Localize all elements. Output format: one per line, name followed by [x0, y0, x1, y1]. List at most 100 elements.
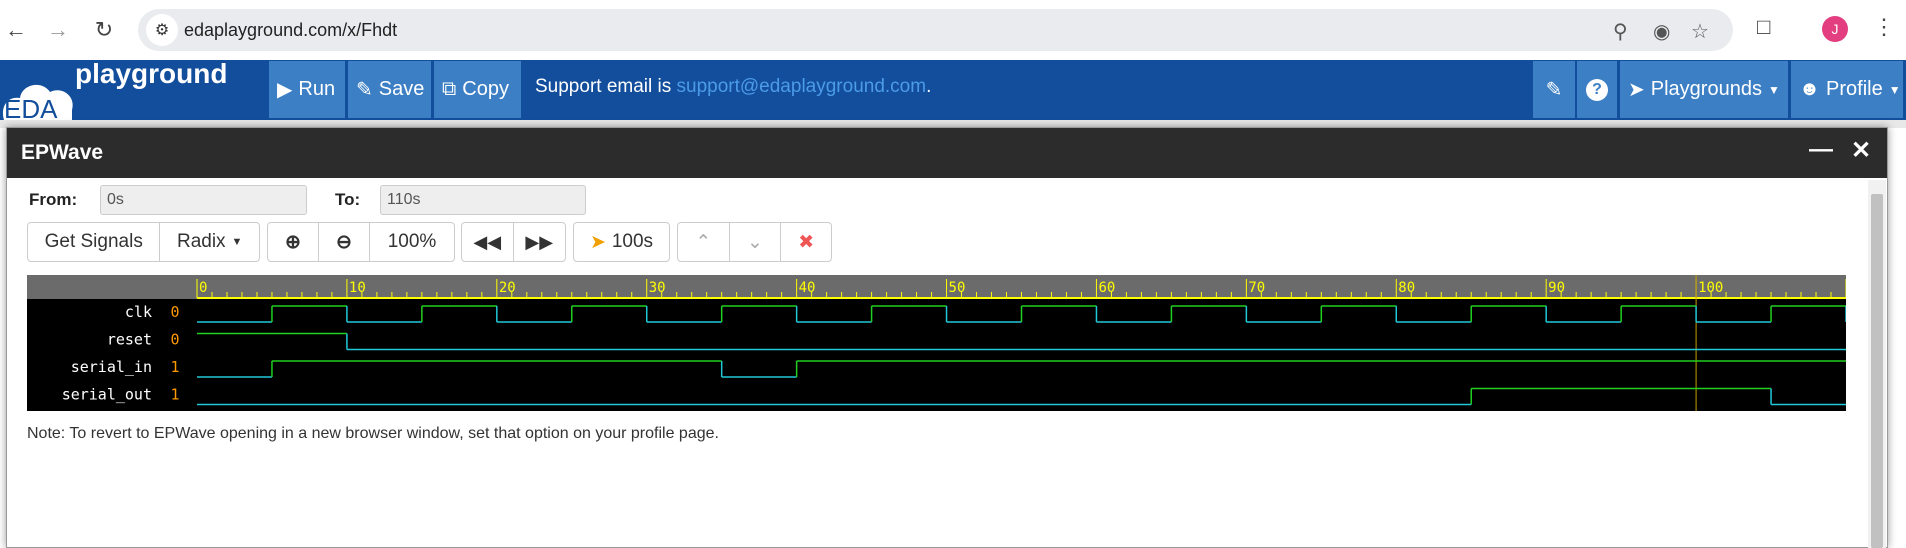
support-email-link[interactable]: support@edaplayground.com [677, 76, 927, 97]
scrollbar-thumb[interactable] [1871, 194, 1883, 548]
ruler-tick-label: 80 [1398, 280, 1415, 296]
move-up-button[interactable]: ⌃ [678, 223, 730, 261]
playgrounds-dropdown[interactable]: ➤ Playgrounds ▼ [1620, 61, 1788, 118]
user-icon: ☻ [1799, 78, 1821, 100]
x-icon: ✖ [798, 231, 815, 253]
zoom-out-button[interactable]: ⊖ [319, 223, 370, 261]
signal-name: serial_in [71, 358, 152, 376]
signal-edit-group: ⌃ ⌄ ✖ [677, 222, 832, 262]
fast-forward-icon: ▶▶ [525, 231, 554, 252]
caret-down-icon: ▼ [231, 236, 243, 248]
cursor-time-button[interactable]: ➤ 100s [574, 223, 669, 261]
from-label: From: [29, 190, 78, 209]
to-label: To: [335, 190, 361, 209]
minimize-icon[interactable]: — [1809, 136, 1833, 164]
back-arrow-icon[interactable]: ← [0, 14, 32, 46]
zoom-button-group: ⊕ ⊖ 100% [267, 222, 455, 262]
url-text: edaplayground.com/x/Fhdt [184, 20, 398, 40]
save-button[interactable]: ✎ Save [348, 61, 431, 118]
cursor-time-group: ➤ 100s [573, 222, 670, 262]
fast-forward-button[interactable]: ▶▶ [514, 223, 566, 261]
radix-dropdown[interactable]: Radix ▼ [160, 223, 259, 261]
support-suffix: . [926, 76, 932, 97]
radix-label: Radix [176, 231, 226, 252]
support-prefix: Support email is [535, 76, 677, 97]
forward-arrow-icon[interactable]: → [42, 14, 74, 46]
zoom-in-icon: ⊕ [285, 231, 301, 253]
pencil-icon: ✎ [356, 79, 373, 101]
profile-dropdown[interactable]: ☻ Profile ▼ [1791, 61, 1903, 118]
vertical-scrollbar[interactable] [1868, 180, 1886, 548]
waveform-viewer[interactable]: 0 10 20 30 40 50 60 70 80 90 100 clk 0 reset 0 serial_i… [27, 275, 1847, 411]
address-bar[interactable]: ⚙ edaplayground.com/x/Fhdt ⚲ ◉ ☆ [138, 9, 1733, 51]
copy-icon: ⧉ [442, 78, 457, 100]
save-label: Save [378, 78, 425, 100]
caret-down-icon: ▼ [1888, 82, 1901, 97]
caret-down-icon: ▼ [1767, 82, 1780, 97]
rocket-icon: ➤ [1628, 79, 1645, 101]
wave-area [27, 299, 1846, 411]
edit-button[interactable]: ✎ [1533, 61, 1575, 118]
get-signals-label: Get Signals [44, 231, 143, 252]
browser-toolbar: ← → ↻ ⚙ edaplayground.com/x/Fhdt ⚲ ◉ ☆ □… [0, 0, 1906, 60]
seek-button-group: ◀◀ ▶▶ [461, 222, 566, 262]
ruler-tick-label: 60 [1098, 280, 1115, 296]
play-circle-icon: ▶ [277, 79, 293, 101]
rewind-button[interactable]: ◀◀ [462, 223, 514, 261]
ruler-tick-label: 90 [1548, 280, 1565, 296]
ruler-tick-label: 40 [799, 280, 816, 296]
ruler-tick-label: 50 [949, 280, 966, 296]
zoom-icon[interactable]: ⚲ [1613, 19, 1628, 44]
ruler-tick-label: 100 [1698, 280, 1723, 296]
edit-square-icon: ✎ [1545, 79, 1563, 101]
site-settings-icon[interactable]: ⚙ [146, 14, 178, 46]
zoom-level[interactable]: 100% [370, 223, 454, 261]
chevron-down-icon: ⌄ [747, 231, 763, 253]
ruler-tick-label: 70 [1248, 280, 1265, 296]
copy-label: Copy [462, 78, 509, 100]
epwave-note: Note: To revert to EPWave opening in a n… [27, 425, 719, 442]
eye-off-icon[interactable]: ◉ [1653, 19, 1670, 44]
waveform-svg[interactable]: 0 10 20 30 40 50 60 70 80 90 100 clk 0 reset 0 serial_i… [27, 275, 1847, 411]
get-signals-button[interactable]: Get Signals [28, 223, 161, 261]
ruler-tick-label: 30 [649, 280, 666, 296]
signal-button-group: Get Signals Radix ▼ [27, 222, 260, 262]
zoom-out-icon: ⊖ [336, 231, 352, 253]
logo-badge: EDA [4, 94, 58, 120]
avatar[interactable]: J [1822, 16, 1848, 42]
bookmark-star-icon[interactable]: ☆ [1691, 19, 1709, 44]
copy-button[interactable]: ⧉ Copy [434, 61, 521, 118]
menu-kebab-icon[interactable]: ⋮ [1873, 14, 1895, 40]
profile-label: Profile [1826, 78, 1883, 100]
remove-signal-button[interactable]: ✖ [781, 223, 831, 261]
from-input[interactable]: 0s [100, 185, 307, 215]
signal-name: serial_out [62, 386, 152, 404]
to-input[interactable]: 110s [380, 185, 586, 215]
question-circle-icon: ? [1586, 78, 1608, 101]
signal-value: 1 [170, 358, 179, 376]
logo-text[interactable]: playground [75, 58, 227, 90]
modal-title: EPWave [21, 141, 104, 164]
zoom-level-label: 100% [387, 231, 437, 252]
run-button[interactable]: ▶ Run [269, 61, 345, 118]
move-down-button[interactable]: ⌄ [730, 223, 782, 261]
fast-backward-icon: ◀◀ [473, 231, 502, 252]
signal-value: 1 [170, 386, 179, 404]
zoom-in-button[interactable]: ⊕ [268, 223, 319, 261]
signal-name: reset [107, 331, 152, 349]
modal-header: EPWave — ✕ [7, 128, 1887, 178]
extensions-icon[interactable]: □ [1757, 14, 1770, 40]
cursor-arrow-icon: ➤ [589, 231, 606, 253]
ruler-tick-label: 20 [499, 280, 516, 296]
help-button[interactable]: ? [1577, 61, 1617, 118]
time-ruler [27, 275, 1846, 299]
cursor-time-label: 100s [611, 231, 654, 252]
ruler-tick-label: 10 [349, 280, 366, 296]
reload-icon[interactable]: ↻ [88, 14, 120, 46]
signal-value: 0 [170, 303, 179, 321]
signal-name: clk [125, 303, 152, 321]
close-icon[interactable]: ✕ [1851, 136, 1871, 165]
chevron-up-icon: ⌃ [695, 231, 712, 253]
ruler-tick-label: 0 [199, 280, 207, 296]
eda-cloud-logo[interactable]: EDA [0, 66, 76, 120]
